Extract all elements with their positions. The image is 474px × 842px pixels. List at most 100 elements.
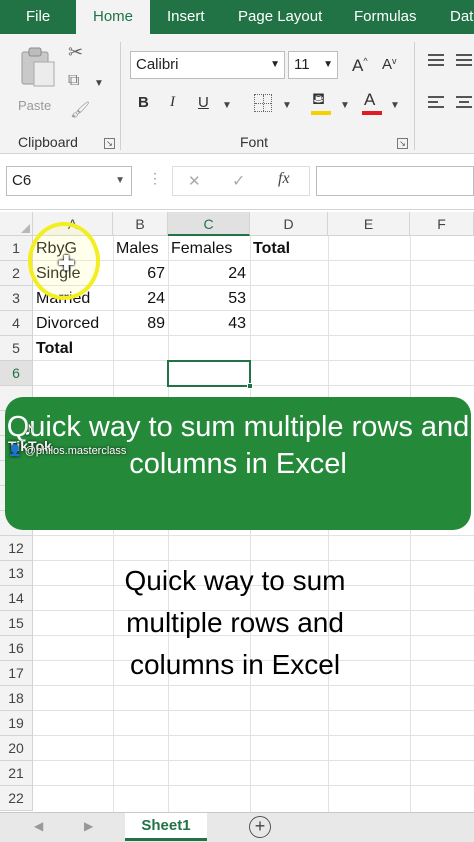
tiktok-username-text: @philos.masterclass bbox=[24, 445, 127, 457]
active-cell-c6[interactable] bbox=[167, 360, 251, 387]
font-family-value: Calibri bbox=[136, 56, 179, 73]
row-header[interactable]: 13 bbox=[0, 561, 33, 586]
name-box-dropdown-icon: ▼ bbox=[115, 175, 125, 186]
shrink-font-label: A bbox=[382, 56, 393, 73]
row-header[interactable]: 12 bbox=[0, 536, 33, 561]
font-color-button[interactable]: A bbox=[364, 90, 375, 110]
align-middle-icon[interactable] bbox=[456, 54, 472, 66]
cell-a4[interactable]: Divorced bbox=[36, 311, 99, 336]
paste-icon bbox=[21, 47, 55, 87]
clipboard-group-label: Clipboard bbox=[18, 134, 78, 150]
font-family-select[interactable]: Calibri ▼ bbox=[130, 51, 285, 79]
cell-a5[interactable]: Total bbox=[36, 336, 73, 361]
gridline bbox=[33, 285, 474, 286]
cancel-icon[interactable]: ✕ bbox=[188, 172, 201, 190]
borders-icon[interactable] bbox=[254, 94, 272, 112]
shrink-font-button[interactable]: Av bbox=[382, 56, 397, 73]
cell-b4[interactable]: 89 bbox=[113, 311, 165, 336]
borders-dropdown-icon[interactable]: ▼ bbox=[282, 100, 292, 111]
tab-home[interactable]: Home bbox=[76, 0, 150, 34]
font-color-dropdown-icon[interactable]: ▼ bbox=[390, 100, 400, 111]
font-launcher-icon[interactable]: ↘ bbox=[397, 138, 408, 149]
cell-c3[interactable]: 53 bbox=[168, 286, 246, 311]
italic-button[interactable]: I bbox=[170, 94, 175, 111]
grow-font-button[interactable]: A^ bbox=[352, 56, 368, 76]
row-header[interactable]: 22 bbox=[0, 786, 33, 811]
row-header[interactable]: 17 bbox=[0, 661, 33, 686]
column-header-f[interactable]: F bbox=[410, 212, 474, 236]
bold-button[interactable]: B bbox=[138, 94, 149, 111]
font-size-select[interactable]: 11 ▼ bbox=[288, 51, 338, 79]
cell-b1[interactable]: Males bbox=[116, 236, 159, 261]
row-header[interactable]: 15 bbox=[0, 611, 33, 636]
gridline bbox=[33, 310, 474, 311]
gridline bbox=[33, 785, 474, 786]
cut-icon[interactable]: ✂ bbox=[68, 42, 83, 63]
cell-b3[interactable]: 24 bbox=[113, 286, 165, 311]
add-sheet-icon: + bbox=[254, 816, 266, 836]
row-header[interactable]: 21 bbox=[0, 761, 33, 786]
row-header[interactable]: 20 bbox=[0, 736, 33, 761]
copy-icon[interactable]: ⧉ bbox=[68, 72, 79, 90]
column-header-c[interactable]: C bbox=[168, 212, 250, 236]
font-color-label: A bbox=[364, 90, 376, 109]
clipboard-launcher-icon[interactable]: ↘ bbox=[104, 138, 115, 149]
font-family-dropdown-icon: ▼ bbox=[270, 59, 280, 70]
paste-button[interactable]: Paste bbox=[14, 44, 60, 118]
column-header-e[interactable]: E bbox=[328, 212, 410, 236]
cell-d1[interactable]: Total bbox=[253, 236, 290, 261]
row-header[interactable]: 4 bbox=[0, 311, 33, 336]
gridline bbox=[33, 710, 474, 711]
column-header-d[interactable]: D bbox=[250, 212, 328, 236]
font-color-bar bbox=[362, 111, 382, 115]
row-header[interactable]: 6 bbox=[0, 361, 33, 386]
add-sheet-button[interactable]: + bbox=[249, 816, 271, 838]
cell-c1[interactable]: Females bbox=[171, 236, 232, 261]
sheet-tab-sheet1[interactable]: Sheet1 bbox=[125, 813, 207, 841]
paste-label: Paste bbox=[18, 98, 52, 113]
user-icon: 👤 bbox=[8, 445, 22, 457]
name-box[interactable]: C6 ▼ bbox=[6, 166, 132, 196]
underline-label: U bbox=[198, 94, 209, 111]
tab-data[interactable]: Dat bbox=[450, 0, 473, 34]
enter-icon[interactable]: ✓ bbox=[232, 171, 245, 191]
font-group-label: Font bbox=[240, 134, 269, 150]
copy-dropdown-icon[interactable]: ▼ bbox=[94, 78, 104, 89]
formula-bar-grip-icon[interactable]: ⋮ bbox=[148, 170, 162, 187]
align-center-icon[interactable] bbox=[456, 96, 472, 108]
fill-color-icon[interactable]: ⛾ bbox=[312, 90, 325, 110]
row-header[interactable]: 16 bbox=[0, 636, 33, 661]
tab-formulas[interactable]: Formulas bbox=[354, 0, 417, 34]
group-separator bbox=[414, 42, 415, 150]
tab-page-layout[interactable]: Page Layout bbox=[238, 0, 322, 34]
fill-color-dropdown-icon[interactable]: ▼ bbox=[340, 100, 350, 111]
underline-button[interactable]: U bbox=[198, 94, 209, 111]
align-top-icon[interactable] bbox=[428, 54, 444, 66]
align-left-icon[interactable] bbox=[428, 96, 444, 108]
row-header[interactable]: 3 bbox=[0, 286, 33, 311]
row-header[interactable]: 5 bbox=[0, 336, 33, 361]
insert-function-icon[interactable]: fx bbox=[278, 170, 290, 188]
format-painter-icon[interactable]: 🖌 bbox=[70, 100, 90, 120]
formula-input[interactable] bbox=[316, 166, 474, 196]
tab-file[interactable]: File bbox=[26, 0, 50, 34]
name-box-value: C6 bbox=[12, 172, 32, 189]
shrink-font-icon: v bbox=[392, 56, 397, 66]
row-header[interactable]: 18 bbox=[0, 686, 33, 711]
cell-b2[interactable]: 67 bbox=[113, 261, 165, 286]
fill-handle[interactable] bbox=[247, 383, 253, 389]
column-header-b[interactable]: B bbox=[113, 212, 168, 236]
cell-c4[interactable]: 43 bbox=[168, 311, 246, 336]
font-size-dropdown-icon: ▼ bbox=[323, 59, 333, 70]
underline-dropdown-icon[interactable]: ▼ bbox=[222, 100, 232, 111]
scroll-left-icon[interactable]: ◀ bbox=[34, 819, 43, 833]
caption-text: Quick way to sum multiple rows and colum… bbox=[124, 565, 346, 680]
gridline bbox=[33, 360, 474, 361]
scroll-right-icon[interactable]: ▶ bbox=[84, 819, 93, 833]
row-header[interactable]: 14 bbox=[0, 586, 33, 611]
row-header[interactable]: 19 bbox=[0, 711, 33, 736]
group-separator bbox=[120, 42, 121, 150]
cell-c2[interactable]: 24 bbox=[168, 261, 246, 286]
tab-insert[interactable]: Insert bbox=[167, 0, 205, 34]
select-all-corner[interactable] bbox=[0, 212, 33, 236]
